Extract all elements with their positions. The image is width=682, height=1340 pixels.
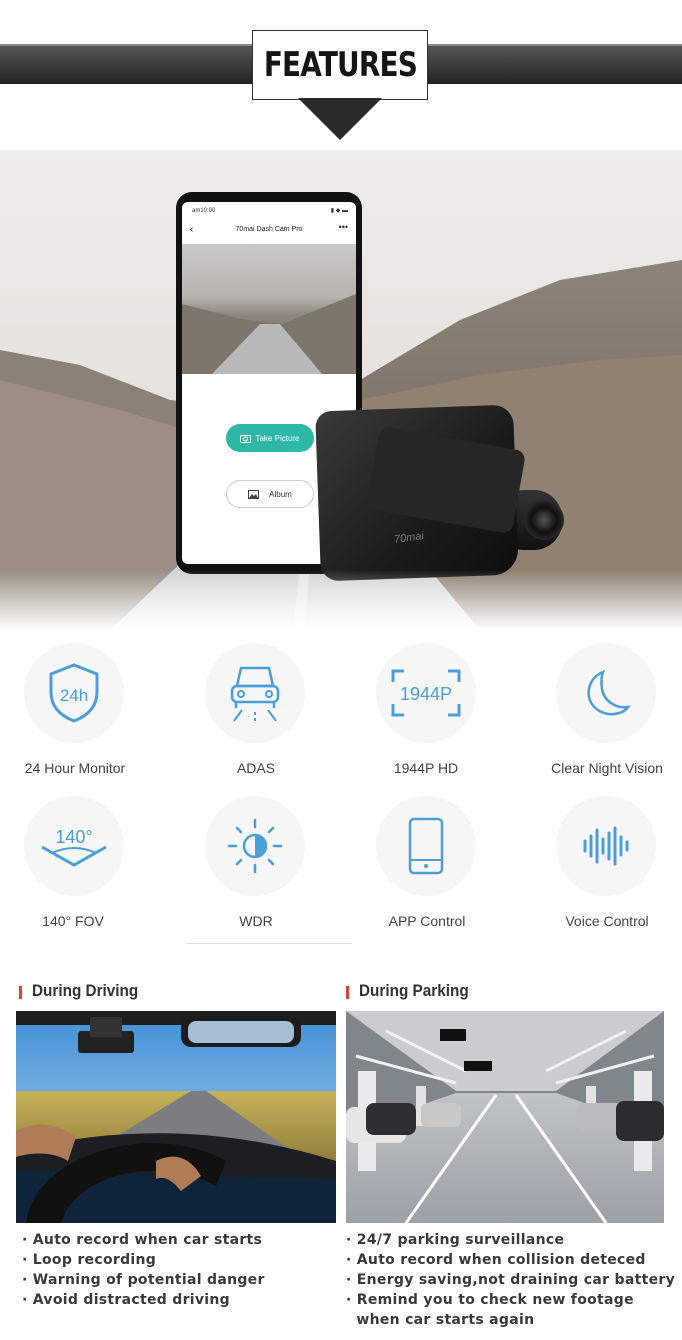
album-button[interactable]: Album [226,480,314,508]
sun-icon [227,818,283,874]
list-item: · Remind you to check new footage [346,1292,634,1308]
section-marker-driving [19,986,22,999]
feature-label-voice-control: Voice Control [565,913,649,929]
album-label: Album [269,489,292,499]
header-bar-left [0,44,262,84]
list-item: · Loop recording [22,1252,157,1268]
feature-label-night-vision: Clear Night Vision [551,760,663,776]
camera-preview [182,244,356,374]
take-picture-label: Take Picture [255,433,300,443]
divider [186,943,352,944]
driving-photo [16,1011,336,1223]
section-title-parking: During Parking [359,981,469,1000]
driving-scene [16,1011,336,1223]
more-icon[interactable]: ••• [339,222,348,232]
header-bar-right [420,44,682,84]
dashcam-lens [524,500,564,540]
feature-label-wdr: WDR [239,913,273,929]
status-time: am10:00 [192,208,216,214]
parking-bullet-list: · 24/7 parking surveillance · Auto recor… [346,1230,675,1330]
header-arrow [298,98,382,140]
feature-adas-circle [205,643,305,743]
features-header: FEATURES [0,0,682,150]
moon-icon [587,669,631,716]
feature-label-fov: 140° FOV [42,913,104,929]
list-item: · 24/7 parking surveillance [346,1232,565,1248]
svg-text:1944P: 1944P [400,684,452,704]
driving-bullet-list: · Auto record when car starts · Loop rec… [22,1230,265,1310]
camera-icon [240,434,252,443]
hero-fade [0,570,682,630]
preview-road-scene [182,294,356,374]
page-title: FEATURES [263,45,417,85]
header-title-box: FEATURES [252,30,428,100]
resolution-icon: 1944P [391,669,461,717]
image-icon [248,489,260,499]
car-icon [230,666,280,722]
parking-photo [346,1011,664,1223]
list-item: · Auto record when collision deteced [346,1252,646,1268]
list-item: when car starts again [346,1312,535,1328]
list-item: · Avoid distracted driving [22,1292,230,1308]
parking-garage-scene [346,1011,664,1223]
status-icons: ▮ ◆ ▬ [330,208,348,214]
feature-night-vision-circle [556,643,656,743]
list-item: · Warning of potential danger [22,1272,265,1288]
field-of-view-icon: 140° [41,827,107,867]
feature-label-adas: ADAS [236,760,276,776]
feature-label-24h-monitor: 24 Hour Monitor [24,760,126,776]
hero-image: am10:00 ▮ ◆ ▬ ‹ 70mai Dash Cam Pro ••• T… [0,150,682,630]
section-marker-parking [346,986,349,999]
app-title: 70mai Dash Cam Pro [235,226,303,233]
take-picture-button[interactable]: Take Picture [226,424,314,452]
feature-24h-monitor-circle: 24h [24,643,124,743]
feature-fov-circle: 140° [24,796,124,896]
feature-voice-control-circle [556,796,656,896]
section-title-driving: During Driving [32,981,139,1000]
feature-wdr-circle [205,796,305,896]
list-item: · Energy saving,not draining car battery [346,1272,676,1288]
svg-text:140°: 140° [55,827,92,847]
feature-label-1944p: 1944P HD [393,760,459,776]
list-item: · Auto record when car starts [22,1232,263,1248]
feature-1944p-circle: 1944P [376,643,476,743]
soundwave-icon [583,826,629,866]
phone-icon [408,817,444,875]
shield-24h-icon: 24h [49,663,99,723]
feature-app-control-circle [376,796,476,896]
svg-text:24h: 24h [60,686,88,705]
feature-label-app-control: APP Control [388,913,466,929]
